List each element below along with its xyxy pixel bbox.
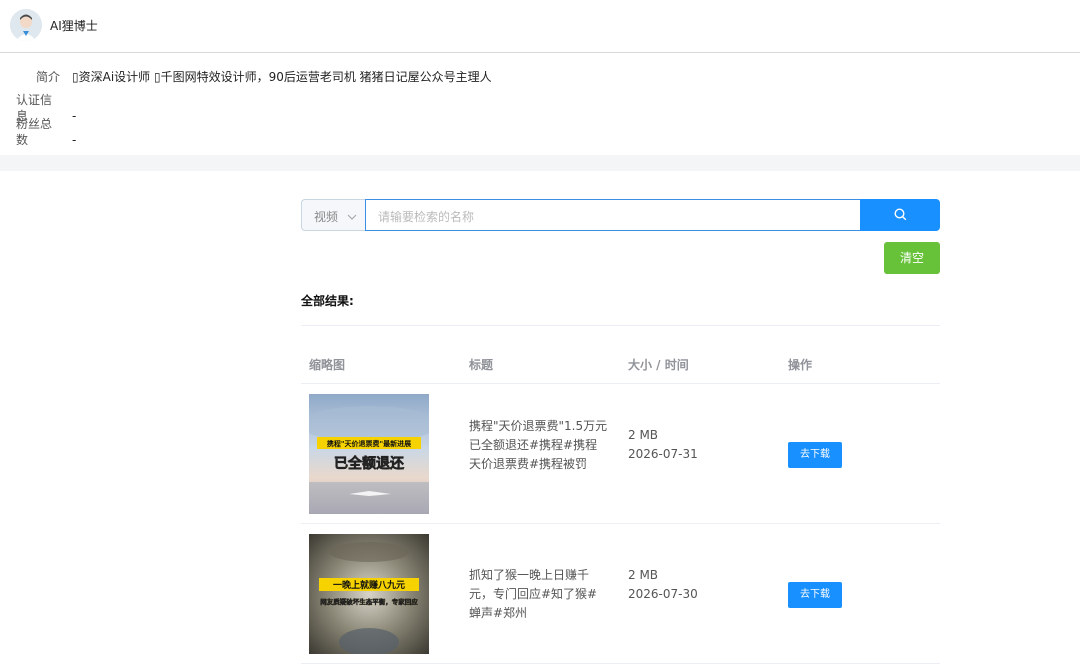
profile-info: 简介 ▯资深Ai设计师 ▯千图网特效设计师，90后运营老司机 猪猪日记屋公众号主理… bbox=[0, 53, 1080, 155]
thumb-caption-text: 网友质疑破坏生态平衡，专家回应 bbox=[320, 597, 418, 606]
table-row: 携程"天价退票费"最新进展 已全额退还 携程"天价退票费"1.5万元已全额退还#… bbox=[301, 384, 940, 524]
thumb-caption-text: 已全额退还 bbox=[334, 455, 405, 472]
type-select[interactable]: 视频 bbox=[301, 199, 366, 231]
search-input[interactable]: 请输要检索的名称 bbox=[365, 199, 860, 231]
search-icon bbox=[894, 208, 907, 221]
results-table: 缩略图 标题 大小 / 时间 操作 携程"天价退票费"最新进展 已全额退还 携程… bbox=[301, 346, 940, 664]
top-header: AI狸博士 bbox=[0, 0, 1080, 53]
table-header: 缩略图 标题 大小 / 时间 操作 bbox=[301, 346, 940, 384]
intro-label: 简介 bbox=[35, 70, 60, 84]
header-action: 操作 bbox=[788, 358, 813, 372]
row-size: 2 MB bbox=[628, 568, 659, 582]
fans-row: 粉丝总数 - bbox=[16, 116, 76, 148]
divider bbox=[301, 325, 940, 326]
download-button[interactable]: 去下载 bbox=[788, 442, 842, 468]
type-select-value: 视频 bbox=[314, 210, 339, 224]
download-button[interactable]: 去下载 bbox=[788, 582, 842, 608]
row-title: 抓知了猴一晚上日赚千元，专门回应#知了猴#蝉声#郑州 bbox=[469, 568, 598, 620]
fans-value: - bbox=[72, 133, 77, 147]
username: AI狸博士 bbox=[50, 19, 98, 33]
row-date: 2026-07-30 bbox=[628, 587, 698, 601]
fans-label: 粉丝总数 bbox=[16, 117, 53, 147]
row-size-time: 2 MB 2026-07-30 bbox=[628, 566, 698, 604]
intro-value: ▯资深Ai设计师 ▯千图网特效设计师，90后运营老司机 猪猪日记屋公众号主理人 bbox=[72, 70, 492, 84]
header-thumbnail: 缩略图 bbox=[309, 358, 346, 372]
search-bar: 视频 请输要检索的名称 bbox=[301, 199, 940, 231]
main-panel: 视频 请输要检索的名称 清空 全部结果: 缩略图 标题 大小 / 时间 操作 携… bbox=[0, 171, 1080, 665]
thumb-banner-text: 携程"天价退票费"最新进展 bbox=[327, 439, 412, 448]
search-button[interactable] bbox=[860, 199, 940, 231]
header-size-time: 大小 / 时间 bbox=[628, 358, 689, 372]
results-title: 全部结果: bbox=[301, 294, 354, 308]
row-title: 携程"天价退票费"1.5万元已全额退还#携程#携程天价退票费#携程被罚 bbox=[469, 419, 608, 471]
header-title: 标题 bbox=[469, 358, 494, 372]
search-placeholder: 请输要检索的名称 bbox=[378, 210, 475, 224]
table-row: 一晚上就赚八九元 网友质疑破坏生态平衡，专家回应 抓知了猴一晚上日赚千元，专门回… bbox=[301, 524, 940, 664]
video-thumbnail[interactable]: 携程"天价退票费"最新进展 已全额退还 bbox=[309, 394, 429, 514]
row-size: 2 MB bbox=[628, 428, 659, 442]
chevron-down-icon bbox=[347, 210, 357, 224]
video-thumbnail[interactable]: 一晚上就赚八九元 网友质疑破坏生态平衡，专家回应 bbox=[309, 534, 429, 654]
clear-button[interactable]: 清空 bbox=[884, 242, 940, 274]
avatar[interactable] bbox=[10, 9, 42, 41]
thumb-banner-text: 一晚上就赚八九元 bbox=[333, 579, 405, 591]
section-divider-band bbox=[0, 155, 1080, 171]
row-date: 2026-07-31 bbox=[628, 447, 698, 461]
intro-row: 简介 ▯资深Ai设计师 ▯千图网特效设计师，90后运营老司机 猪猪日记屋公众号主理… bbox=[0, 69, 492, 85]
row-size-time: 2 MB 2026-07-31 bbox=[628, 426, 698, 464]
